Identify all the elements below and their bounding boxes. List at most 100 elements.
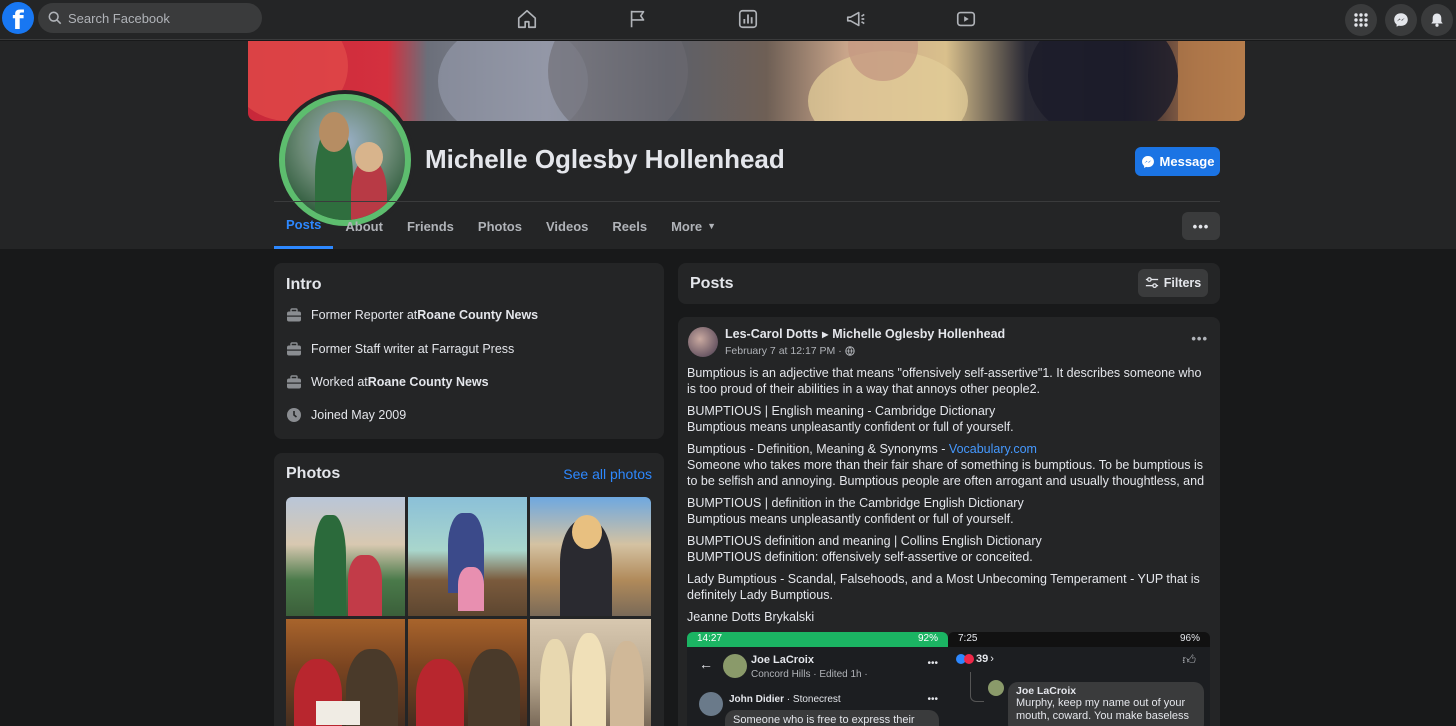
top-navigation-bar: f [0,0,1456,40]
tab-photos[interactable]: Photos [466,203,534,249]
profile-name: Michelle Oglesby Hollenhead [425,144,785,174]
reply-thread-line [970,672,984,702]
intro-item-link[interactable]: Roane County News [417,308,538,322]
caret-down-icon: ▼ [707,221,717,231]
intro-item-work: Former Reporter at Roane County News [286,307,538,323]
photo-thumbnail[interactable] [286,619,405,726]
photo-thumbnail[interactable] [408,619,527,726]
options-icon: ••• [927,694,938,705]
see-all-photos-link[interactable]: See all photos [563,466,652,482]
triangle-right-icon: ▶ [822,329,829,339]
photo-thumbnail[interactable] [530,497,651,616]
post-card: Les-Carol Dotts ▶ Michelle Oglesby Holle… [678,317,1220,726]
insights-chart-icon[interactable] [735,6,761,32]
globe-icon [845,346,855,356]
post-text: Bumptious is an adjective that means "of… [687,365,1211,631]
attached-screenshot-right[interactable]: 7:25 96% 39 › 👍︎ Joe LaCroix Murphy, keep… [948,632,1210,726]
intro-item-text: Former Reporter at [311,308,418,322]
status-time: 7:25 [958,633,978,644]
messenger-icon[interactable] [1385,4,1417,36]
menu-grid-icon[interactable] [1345,4,1377,36]
post-options-icon[interactable]: ••• [1191,331,1208,346]
post-paragraph: BUMPTIOUS definition and meaning | Colli… [687,534,1042,564]
thumbs-up-icon: 👍︎ [1182,652,1196,667]
phone-status-bar: 14:27 92% [687,632,948,647]
notifications-bell-icon[interactable] [1421,4,1453,36]
briefcase-icon [287,375,301,389]
photos-card: Photos See all photos [274,453,664,726]
posts-title: Posts [690,275,734,292]
back-arrow-icon: ← [699,656,713,672]
post-author-line: Les-Carol Dotts ▶ Michelle Oglesby Holle… [725,327,1005,341]
screenshot-name: Joe LaCroix [751,654,814,666]
status-battery: 96% [1179,633,1200,644]
video-watch-icon[interactable] [953,6,979,32]
photo-thumbnail[interactable] [286,497,405,616]
intro-item-text: Former Staff writer at Farragut Press [311,342,515,356]
search-input[interactable] [68,10,248,26]
options-icon: ••• [927,658,938,669]
phone-status-bar: 7:25 96% [948,632,1210,647]
commenter-line: John Didier · Stonecrest [729,694,841,705]
message-button-label: Message [1159,154,1215,169]
reaction-count: 39 › [956,653,994,665]
intro-title: Intro [286,276,322,293]
filters-button[interactable]: Filters [1138,269,1208,297]
intro-item-text: Joined May 2009 [311,408,407,422]
tab-posts[interactable]: Posts [274,203,334,249]
profile-more-options-button[interactable]: ••• [1182,212,1220,240]
intro-card: Intro Former Reporter at Roane County Ne… [274,263,664,439]
post-paragraph: Bumptious is an adjective that means "of… [687,366,1202,396]
tab-more-label: More [671,218,703,234]
cover-photo[interactable] [248,41,1245,121]
intro-item-text: Worked at [311,375,368,389]
tab-friends[interactable]: Friends [395,203,466,249]
facebook-logo-icon[interactable]: f [2,2,34,34]
status-time: 14:27 [697,633,723,644]
profile-tabs: Posts About Friends Photos Videos Reels … [274,203,728,249]
pages-flag-icon[interactable] [625,6,651,32]
intro-item-work: Former Staff writer at Farragut Press [286,341,514,357]
posts-header-card: Posts Filters [678,263,1220,304]
tab-more[interactable]: More ▼ [659,203,728,249]
briefcase-icon [287,342,301,356]
love-reaction-icon [964,654,974,664]
post-paragraph: Jeanne Dotts Brykalski [687,610,815,624]
briefcase-icon [287,308,301,322]
header-divider [274,201,1220,202]
home-icon[interactable] [514,6,540,32]
post-author-name[interactable]: Les-Carol Dotts [725,327,818,341]
post-author-avatar[interactable] [688,327,718,357]
tab-reels[interactable]: Reels [600,203,659,249]
attached-screenshot-left[interactable]: 14:27 92% ← Joe LaCroix Concord Hills · … [687,632,948,726]
post-timestamp[interactable]: February 7 at 12:17 PM · [725,345,855,357]
intro-item-link[interactable]: Roane County News [368,375,489,389]
photo-thumbnail[interactable] [408,497,527,616]
intro-item-joined: Joined May 2009 [286,407,406,423]
comment-bubble: Joe LaCroix Murphy, keep my name out of … [1008,682,1204,726]
filters-button-label: Filters [1163,276,1202,290]
photo-thumbnail[interactable] [530,619,651,726]
post-paragraph: BUMPTIOUS | English meaning - Cambridge … [687,404,1014,434]
post-paragraph: BUMPTIOUS | definition in the Cambridge … [687,496,1024,526]
profile-header: Michelle Oglesby Hollenhead Message Post… [0,41,1456,249]
search-icon [48,11,62,25]
search-box[interactable] [38,3,262,33]
tab-videos[interactable]: Videos [534,203,600,249]
tab-about[interactable]: About [333,203,395,249]
filter-sliders-icon [1145,277,1158,289]
avatar [988,680,1004,696]
post-target-name[interactable]: Michelle Oglesby Hollenhead [832,327,1005,341]
message-button[interactable]: Message [1135,147,1220,176]
status-battery: 92% [917,633,938,644]
screenshot-subtitle: Concord Hills · Edited 1h · [751,669,868,680]
post-time-text: February 7 at 12:17 PM · [725,345,842,357]
messenger-icon [1141,155,1154,168]
photos-title: Photos [286,465,341,482]
avatar [723,654,747,678]
comment-bubble: Someone who is free to express their [725,710,939,726]
vocabulary-link[interactable]: Vocabulary.com [949,442,1037,456]
clock-icon [287,408,301,422]
megaphone-ads-icon[interactable] [843,6,869,32]
intro-item-work: Worked at Roane County News [286,374,489,390]
